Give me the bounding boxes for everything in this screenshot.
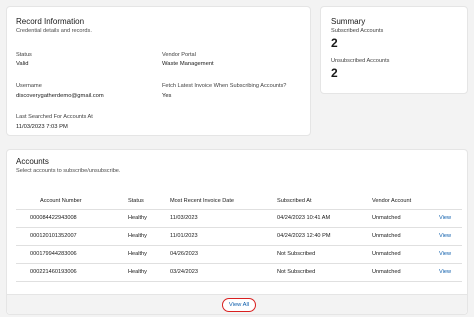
last-searched-value: 11/03/2023 7:03 PM (16, 124, 68, 130)
account-number-cell: 000120101352007 (16, 226, 128, 245)
fetch-latest-invoice-value: Yes (162, 93, 172, 99)
account-number-cell: 000179944283006 (16, 244, 128, 263)
accounts-footer: View All (7, 294, 467, 314)
status-cell: Healthy (128, 226, 170, 245)
view-link[interactable]: View (439, 269, 451, 275)
table-header-row: Account Number Status Most Recent Invoic… (16, 194, 462, 209)
view-all-button[interactable]: View All (222, 298, 256, 312)
status-value: Valid (16, 61, 29, 67)
subscribed-at-cell: Not Subscribed (277, 262, 372, 282)
invoice-date-cell: 11/01/2023 (170, 226, 277, 245)
view-link[interactable]: View (439, 233, 451, 239)
vendor-account-cell: Unmatched (372, 208, 439, 227)
status-cell: Healthy (128, 244, 170, 263)
vendor-portal-value: Waste Management (162, 61, 214, 67)
table-row: 000084422943008 Healthy 11/03/2023 04/24… (16, 208, 462, 227)
subscribed-at-cell: 04/24/2023 12:40 PM (277, 226, 372, 245)
unsubscribed-accounts-label: Unsubscribed Accounts (331, 58, 390, 64)
accounts-title: Accounts (16, 157, 49, 166)
invoice-date-cell: 04/26/2023 (170, 244, 277, 263)
table-row: 000179944283006 Healthy 04/26/2023 Not S… (16, 244, 462, 263)
accounts-subtitle: Select accounts to subscribe/unsubscribe… (16, 168, 121, 174)
view-link[interactable]: View (439, 215, 451, 221)
column-actions (439, 194, 462, 209)
column-subscribed-at[interactable]: Subscribed At (277, 194, 372, 209)
vendor-portal-label: Vendor Portal (162, 52, 196, 58)
account-number-cell: 000221460193006 (16, 262, 128, 282)
invoice-date-cell: 11/03/2023 (170, 208, 277, 227)
status-cell: Healthy (128, 208, 170, 227)
record-subtitle: Credential details and records. (16, 28, 92, 34)
status-label: Status (16, 52, 32, 58)
table-row: 000120101352007 Healthy 11/01/2023 04/24… (16, 226, 462, 245)
subscribed-accounts-count: 2 (331, 36, 338, 50)
vendor-account-cell: Unmatched (372, 262, 439, 282)
view-link[interactable]: View (439, 251, 451, 257)
vendor-account-cell: Unmatched (372, 226, 439, 245)
accounts-table: Account Number Status Most Recent Invoic… (16, 194, 462, 282)
username-value: discoverygatherdemo@gmail.com (16, 93, 104, 99)
record-header: Record Information Credential details an… (16, 17, 92, 34)
subscribed-at-cell: Not Subscribed (277, 244, 372, 263)
subscribed-at-cell: 04/24/2023 10:41 AM (277, 208, 372, 227)
accounts-card: Accounts Select accounts to subscribe/un… (6, 149, 468, 315)
last-searched-label: Last Searched For Accounts At (16, 114, 93, 120)
summary-title: Summary (331, 17, 366, 26)
summary-card: Summary Subscribed Accounts 2 Unsubscrib… (320, 6, 468, 94)
column-vendor-account[interactable]: Vendor Account (372, 194, 439, 209)
record-title: Record Information (16, 17, 85, 26)
subscribed-accounts-label: Subscribed Accounts (331, 28, 384, 34)
account-number-cell: 000084422943008 (16, 208, 128, 227)
table-row: 000221460193006 Healthy 03/24/2023 Not S… (16, 262, 462, 282)
vendor-account-cell: Unmatched (372, 244, 439, 263)
record-information-card: Record Information Credential details an… (6, 6, 311, 136)
accounts-header: Accounts Select accounts to subscribe/un… (16, 157, 120, 174)
fetch-latest-invoice-label: Fetch Latest Invoice When Subscribing Ac… (162, 83, 287, 89)
invoice-date-cell: 03/24/2023 (170, 262, 277, 282)
column-status[interactable]: Status (128, 194, 170, 209)
username-label: Username (16, 83, 42, 89)
column-account-number[interactable]: Account Number (16, 194, 128, 209)
status-cell: Healthy (128, 262, 170, 282)
column-most-recent-invoice-date[interactable]: Most Recent Invoice Date (170, 194, 277, 209)
unsubscribed-accounts-count: 2 (331, 66, 338, 80)
